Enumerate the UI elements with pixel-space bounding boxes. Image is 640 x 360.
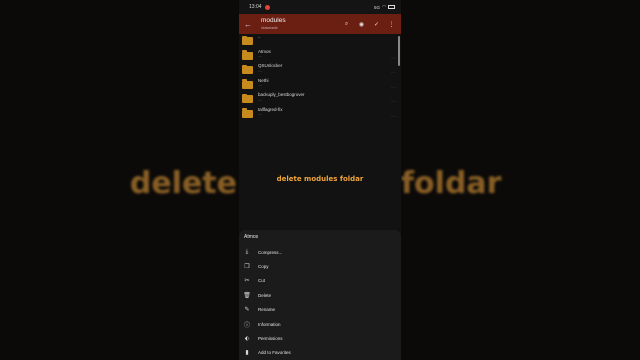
menu-item-label: Copy xyxy=(258,264,269,270)
file-name: QSUnlocker xyxy=(258,63,283,68)
folder-icon xyxy=(242,79,253,89)
file-row[interactable]: Nethi ---- --:-- xyxy=(239,78,401,94)
file-name: backuply_bestbogrover xyxy=(258,92,305,97)
file-row[interactable]: .. xyxy=(239,34,401,50)
trash-icon: 🗑 xyxy=(243,292,251,299)
battery-icon xyxy=(388,5,395,9)
menu-item-rename[interactable]: ✎ Rename xyxy=(239,303,401,317)
file-row[interactable]: tallfagred-fix ---- --:-- xyxy=(239,107,401,123)
file-row[interactable]: backuply_bestbogrover ---- --:-- xyxy=(239,92,401,108)
menu-item-label: Rename xyxy=(258,307,276,313)
blurred-caption-right: foldar xyxy=(401,166,502,201)
folder-icon xyxy=(242,93,253,103)
back-arrow-icon[interactable]: ← xyxy=(243,20,253,29)
folder-icon xyxy=(242,50,253,60)
context-menu: ⤓ Compress... ❐ Copy ✂ Cut 🗑 Delete ✎ Rename ⓘ Info… xyxy=(239,245,401,360)
menu-item-delete[interactable]: 🗑 Delete xyxy=(239,288,401,302)
clock: 13:04 xyxy=(249,4,262,10)
folder-icon xyxy=(242,64,253,74)
app-toolbar: ← modules /data/adb ⌕ ◉ ✓ ⋮ xyxy=(239,14,401,34)
file-details: ---- xyxy=(258,112,262,116)
wifi-icon: ◠ xyxy=(382,4,386,9)
bookmark-icon: ▮ xyxy=(245,350,249,357)
menu-item-label: Compress... xyxy=(258,249,283,255)
menu-item-label: Information xyxy=(258,321,281,327)
menu-item-cut[interactable]: ✂ Cut xyxy=(239,274,401,288)
file-row[interactable]: QSUnlocker ---- --:-- xyxy=(239,63,401,79)
info-icon: ⓘ xyxy=(243,322,250,329)
folder-path[interactable]: /data/adb xyxy=(261,25,343,30)
copy-icon: ❐ xyxy=(244,264,250,271)
file-row[interactable]: Atmos ---- --:-- xyxy=(239,49,401,65)
menu-item-copy[interactable]: ❐ Copy xyxy=(239,259,401,273)
folder-icon xyxy=(242,108,253,118)
file-details: ---- xyxy=(258,68,262,73)
checklist-icon[interactable]: ✓ xyxy=(373,21,380,28)
menu-item-add-to-favorites[interactable]: ▮ Add to Favorites xyxy=(239,346,401,360)
menu-item-label: Permissions xyxy=(258,336,283,342)
more-vert-icon[interactable]: ⋮ xyxy=(388,21,395,28)
menu-item-label: Cut xyxy=(258,278,266,284)
file-date: --:-- xyxy=(391,84,396,89)
context-bottom-sheet: Atmos ⤓ Compress... ❐ Copy ✂ Cut 🗑 Delete ✎ Renam… xyxy=(239,230,401,360)
status-bar: 13:04 5G ◠ xyxy=(239,0,401,14)
file-date: --:-- xyxy=(391,99,396,103)
file-date: --:-- xyxy=(391,70,396,74)
scissors-icon: ✂ xyxy=(244,278,250,285)
video-frame: delete foldar 13:04 5G ◠ ← modules /data… xyxy=(0,0,640,360)
search-icon[interactable]: ⌕ xyxy=(343,21,350,28)
network-label: 5G xyxy=(374,4,381,10)
tag-icon: ⬖ xyxy=(244,336,250,343)
video-caption: delete modules foldar xyxy=(276,175,364,183)
download-icon: ⤓ xyxy=(245,248,249,255)
folder-title: modules xyxy=(261,17,286,25)
file-date: --:-- xyxy=(391,113,396,118)
menu-item-label: Delete xyxy=(258,292,272,298)
recording-icon xyxy=(264,4,270,10)
file-details: ---- xyxy=(258,97,262,102)
menu-item-compress[interactable]: ⤓ Compress... xyxy=(239,245,401,259)
folder-icon xyxy=(242,35,253,45)
menu-item-permissions[interactable]: ⬖ Permissions xyxy=(239,331,401,345)
blurred-caption-left: delete xyxy=(129,166,237,201)
pencil-icon: ✎ xyxy=(244,307,250,314)
layers-icon[interactable]: ◉ xyxy=(358,21,365,28)
file-name: .. xyxy=(258,34,261,39)
menu-item-information[interactable]: ⓘ Information xyxy=(239,317,401,331)
file-details: ---- xyxy=(258,54,262,58)
file-date: --:-- xyxy=(391,55,396,60)
file-list: .. Atmos ---- --:-- QSUnlocker ---- --:-- Nethi… xyxy=(239,34,401,229)
menu-item-label: Add to Favorites xyxy=(258,350,291,356)
file-details: ---- xyxy=(258,83,262,87)
sheet-title: Atmos xyxy=(244,234,259,240)
